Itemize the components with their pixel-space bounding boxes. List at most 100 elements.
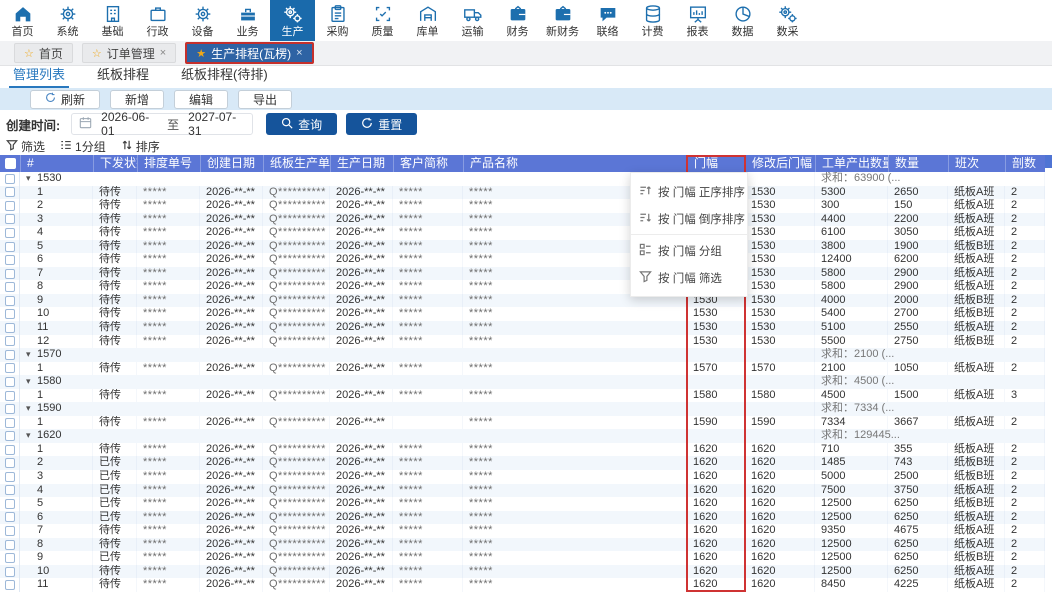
star-outline-icon[interactable]: ☆ [92,47,102,60]
group-header-row[interactable]: ▾1530求和：63900 (... [0,172,1045,186]
table-row[interactable]: 4待传*****2026-**-**Q**********2026-**-***… [0,226,1045,240]
column-header-schedule-no[interactable]: 排度单号 [137,155,200,172]
scrollbar-thumb[interactable] [1045,155,1052,168]
nav-item-finance[interactable]: 财务 [495,0,540,41]
table-row[interactable]: 7待传*****2026-**-**Q**********2026-**-***… [0,267,1045,281]
row-checkbox[interactable] [5,350,15,360]
nav-item-home[interactable]: 首页 [0,0,45,41]
row-checkbox[interactable] [5,418,15,428]
table-row[interactable]: 12待传*****2026-**-**Q**********2026-**-**… [0,335,1045,349]
column-header-order-no[interactable]: 纸板生产单号 [263,155,330,172]
row-checkbox[interactable] [5,404,15,414]
add-button[interactable]: 新增 [110,90,164,109]
table-row[interactable]: 5已传*****2026-**-**Q**********2026-**-***… [0,497,1045,511]
nav-item-quality[interactable]: 质量 [360,0,405,41]
table-row[interactable]: 1待传*****2026-**-**Q**********2026-**-***… [0,362,1045,376]
row-checkbox[interactable] [5,323,15,333]
table-row[interactable]: 10待传*****2026-**-**Q**********2026-**-**… [0,307,1045,321]
date-to-value[interactable]: 2027-07-31 [188,110,245,138]
table-row[interactable]: 9待传*****2026-**-**Q**********2026-**-***… [0,294,1045,308]
row-checkbox[interactable] [5,309,15,319]
row-checkbox[interactable] [5,363,15,373]
sort-toggle[interactable]: 排序 [121,138,160,155]
column-header-qty[interactable]: 数量 [888,155,948,172]
nav-item-data-collection[interactable]: 数采 [765,0,810,41]
edit-button[interactable]: 编辑 [174,90,228,109]
row-checkbox[interactable] [5,540,15,550]
row-checkbox[interactable] [5,187,15,197]
nav-item-new-finance[interactable]: 新财务 [540,0,585,41]
subtab-board-scheduling[interactable]: 纸板排程 [93,64,153,88]
date-range-picker[interactable]: 2026-06-01 至 2027-07-31 [71,113,253,135]
nav-item-admin[interactable]: 行政 [135,0,180,41]
row-checkbox[interactable] [5,391,15,401]
table-row[interactable]: 11待传*****2026-**-**Q**********2026-**-**… [0,578,1045,592]
column-header-customer[interactable]: 客户简称 [393,155,463,172]
nav-item-system[interactable]: 系统 [45,0,90,41]
group-header-row[interactable]: ▾1590求和：7334 (... [0,402,1045,416]
row-checkbox[interactable] [5,282,15,292]
nav-item-billing[interactable]: 计费 [630,0,675,41]
column-header-prod-date[interactable]: 生产日期 [330,155,393,172]
row-checkbox[interactable] [5,458,15,468]
nav-item-reports[interactable]: 报表 [675,0,720,41]
row-checkbox[interactable] [5,472,15,482]
column-header-status[interactable]: 下发状态 [93,155,137,172]
nav-item-purchasing[interactable]: 采购 [315,0,360,41]
close-icon[interactable]: × [296,47,302,59]
column-header-cuts[interactable]: 剖数 [1005,155,1045,172]
group-toggle[interactable]: 1分组 [60,138,106,155]
table-row[interactable]: 10待传*****2026-**-**Q**********2026-**-**… [0,565,1045,579]
group-header-row[interactable]: ▾1620求和：129445... [0,429,1045,443]
collapse-icon[interactable]: ▾ [26,402,37,416]
row-checkbox[interactable] [5,228,15,238]
collapse-icon[interactable]: ▾ [26,375,37,389]
table-row[interactable]: 1待传*****2026-**-**Q**********2026-**-***… [0,416,1045,430]
refresh-button[interactable]: 刷新 [30,90,100,109]
menu-item-sort-desc[interactable]: 按 门幅 倒序排序 [631,205,747,232]
table-row[interactable]: 4已传*****2026-**-**Q**********2026-**-***… [0,484,1045,498]
nav-item-contact[interactable]: 联络 [585,0,630,41]
nav-item-warehouse[interactable]: 库单 [405,0,450,41]
row-checkbox[interactable] [5,553,15,563]
tab-production-scheduling[interactable]: ★ 生产排程(瓦楞) × [185,42,313,64]
nav-item-production[interactable]: 生产 [270,0,315,41]
row-checkbox[interactable] [5,336,15,346]
menu-item-sort-asc[interactable]: 按 门幅 正序排序 [631,178,747,205]
row-checkbox[interactable] [5,499,15,509]
row-checkbox[interactable] [5,567,15,577]
tab-home[interactable]: ☆ 首页 [14,43,73,63]
table-row[interactable]: 3待传*****2026-**-**Q**********2026-**-***… [0,213,1045,227]
column-header-create-date[interactable]: 创建日期 [200,155,263,172]
row-checkbox[interactable] [5,269,15,279]
column-header-product[interactable]: 产品名称 [463,155,687,172]
table-row[interactable]: 1待传*****2026-**-**Q**********2026-**-***… [0,443,1045,457]
table-row[interactable]: 1待传*****2026-**-**Q**********2026-**-***… [0,389,1045,403]
subtab-board-scheduling-pending[interactable]: 纸板排程(待排) [177,64,272,88]
row-checkbox[interactable] [5,485,15,495]
reset-button[interactable]: 重置 [346,113,417,135]
search-button[interactable]: 查询 [266,113,337,135]
column-header-mod-width[interactable]: 修改后门幅 [745,155,815,172]
nav-item-business[interactable]: 业务 [225,0,270,41]
star-filled-icon[interactable]: ★ [196,47,206,60]
row-checkbox[interactable] [5,580,15,590]
nav-item-data[interactable]: 数据 [720,0,765,41]
table-row[interactable]: 3已传*****2026-**-**Q**********2026-**-***… [0,470,1045,484]
row-checkbox[interactable] [5,214,15,224]
export-button[interactable]: 导出 [238,90,292,109]
collapse-icon[interactable]: ▾ [26,172,37,186]
row-checkbox[interactable] [5,445,15,455]
tab-order-management[interactable]: ☆ 订单管理 × [82,43,176,63]
table-row[interactable]: 6已传*****2026-**-**Q**********2026-**-***… [0,511,1045,525]
column-header-width[interactable]: 门幅 [687,155,745,172]
collapse-icon[interactable]: ▾ [26,429,37,443]
nav-item-equipment[interactable]: 设备 [180,0,225,41]
row-checkbox[interactable] [5,255,15,265]
collapse-icon[interactable]: ▾ [26,348,37,362]
row-checkbox[interactable] [5,526,15,536]
row-checkbox[interactable] [5,431,15,441]
nav-item-basic[interactable]: 基础 [90,0,135,41]
table-row[interactable]: 5待传*****2026-**-**Q**********2026-**-***… [0,240,1045,254]
column-header-shift[interactable]: 班次 [948,155,1005,172]
